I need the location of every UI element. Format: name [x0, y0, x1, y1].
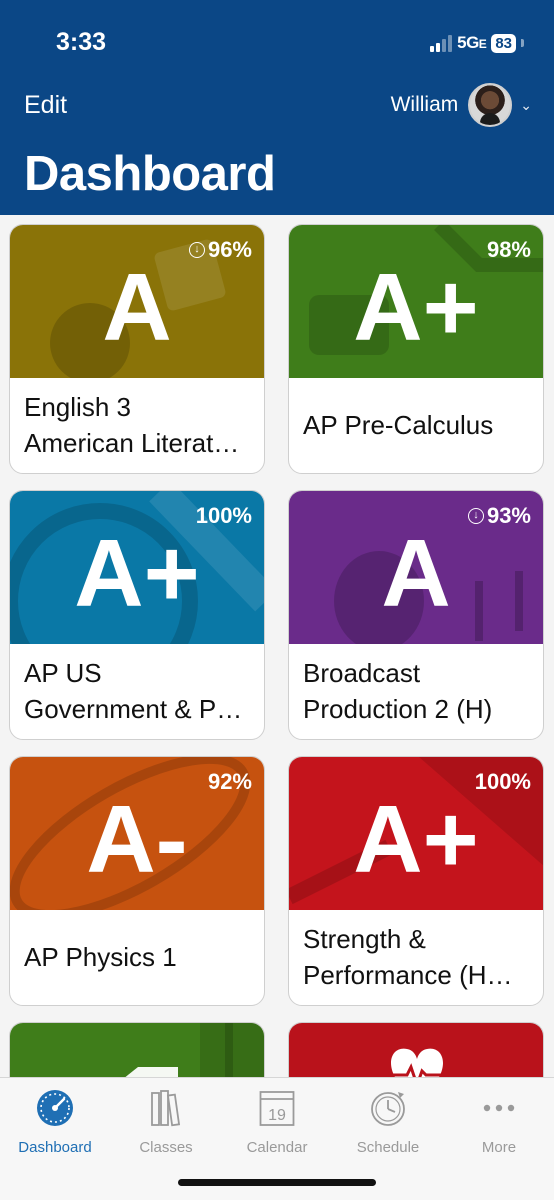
edit-button[interactable]: Edit	[24, 91, 67, 120]
course-title: Broadcast Production 2 (H)	[303, 644, 533, 739]
letter-grade: A	[102, 254, 172, 361]
course-title: AP Physics 1	[24, 910, 254, 1005]
card-banner: ↓ 96% A	[10, 225, 264, 378]
avatar	[468, 83, 513, 127]
calendar-icon: 19	[259, 1091, 295, 1126]
clock-icon	[371, 1092, 405, 1126]
status-time: 3:33	[56, 28, 107, 56]
course-card[interactable]: 100% A+ Strength & Performance (H…	[288, 756, 544, 1006]
letter-grade: A	[381, 520, 451, 627]
course-title-line: Broadcast	[303, 658, 421, 689]
tab-schedule[interactable]: Schedule	[333, 1087, 443, 1156]
card-banner: ↓ 93% A	[289, 491, 543, 644]
page-title: Dashboard	[24, 147, 276, 201]
course-card[interactable]: 100% A+ AP US Government & P…	[9, 490, 265, 740]
download-icon: ↓	[467, 508, 484, 524]
tab-classes[interactable]: Classes	[111, 1087, 221, 1156]
course-card[interactable]: ↓ 96% A English 3 American Literat…	[9, 224, 265, 474]
more-dots-icon	[483, 1104, 515, 1112]
tab-dashboard[interactable]: Dashboard	[0, 1087, 110, 1156]
speedometer-icon	[37, 1090, 73, 1126]
network-type: 5GE	[457, 33, 487, 52]
course-title: AP Pre-Calculus	[303, 378, 533, 473]
cellular-signal-icon	[430, 34, 453, 52]
books-icon	[151, 1090, 181, 1127]
course-title-line: American Literat…	[24, 427, 240, 458]
course-card[interactable]: 92% A- AP Physics 1	[9, 756, 265, 1006]
course-title-line: English 3	[24, 392, 131, 423]
letter-grade: A-	[86, 786, 188, 893]
tab-calendar[interactable]: 19 Calendar	[222, 1087, 332, 1156]
battery-tip	[521, 39, 524, 47]
chevron-down-icon: ⌄	[520, 96, 532, 113]
course-title-line: Performance (H…	[303, 959, 513, 990]
tab-more[interactable]: More	[444, 1087, 554, 1156]
course-title: Strength & Performance (H…	[303, 910, 533, 1005]
course-title-line: Strength &	[303, 924, 426, 955]
course-title-line: AP Physics 1	[24, 941, 177, 972]
course-title: English 3 American Literat…	[24, 378, 254, 473]
card-banner: 98% A+	[289, 225, 543, 378]
user-switcher[interactable]: William ⌄	[391, 83, 532, 127]
course-title-line: AP Pre-Calculus	[303, 409, 494, 440]
course-title-line: Production 2 (H)	[303, 693, 493, 724]
course-title-line: Government & P…	[24, 693, 243, 724]
letter-grade: A+	[74, 520, 200, 627]
user-name: William	[390, 93, 459, 116]
svg-text:19: 19	[268, 1107, 286, 1124]
status-indicators: 5GE 83	[430, 33, 524, 53]
course-card[interactable]: 98% A+ AP Pre-Calculus	[288, 224, 544, 474]
card-banner: 100% A+	[289, 757, 543, 910]
download-icon: ↓	[188, 242, 205, 258]
card-banner: 92% A-	[10, 757, 264, 910]
card-banner: 100% A+	[10, 491, 264, 644]
course-title-line: AP US	[24, 658, 102, 689]
letter-grade: A+	[353, 786, 479, 893]
course-card[interactable]: ↓ 93% A Broadcast Production 2 (H)	[288, 490, 544, 740]
home-indicator	[178, 1179, 376, 1186]
letter-grade: A+	[353, 254, 479, 361]
app-header: 3:33 5GE 83 Edit William ⌄ Dashboard	[0, 0, 554, 215]
course-title: AP US Government & P…	[24, 644, 254, 739]
battery-icon: 83	[491, 33, 516, 53]
